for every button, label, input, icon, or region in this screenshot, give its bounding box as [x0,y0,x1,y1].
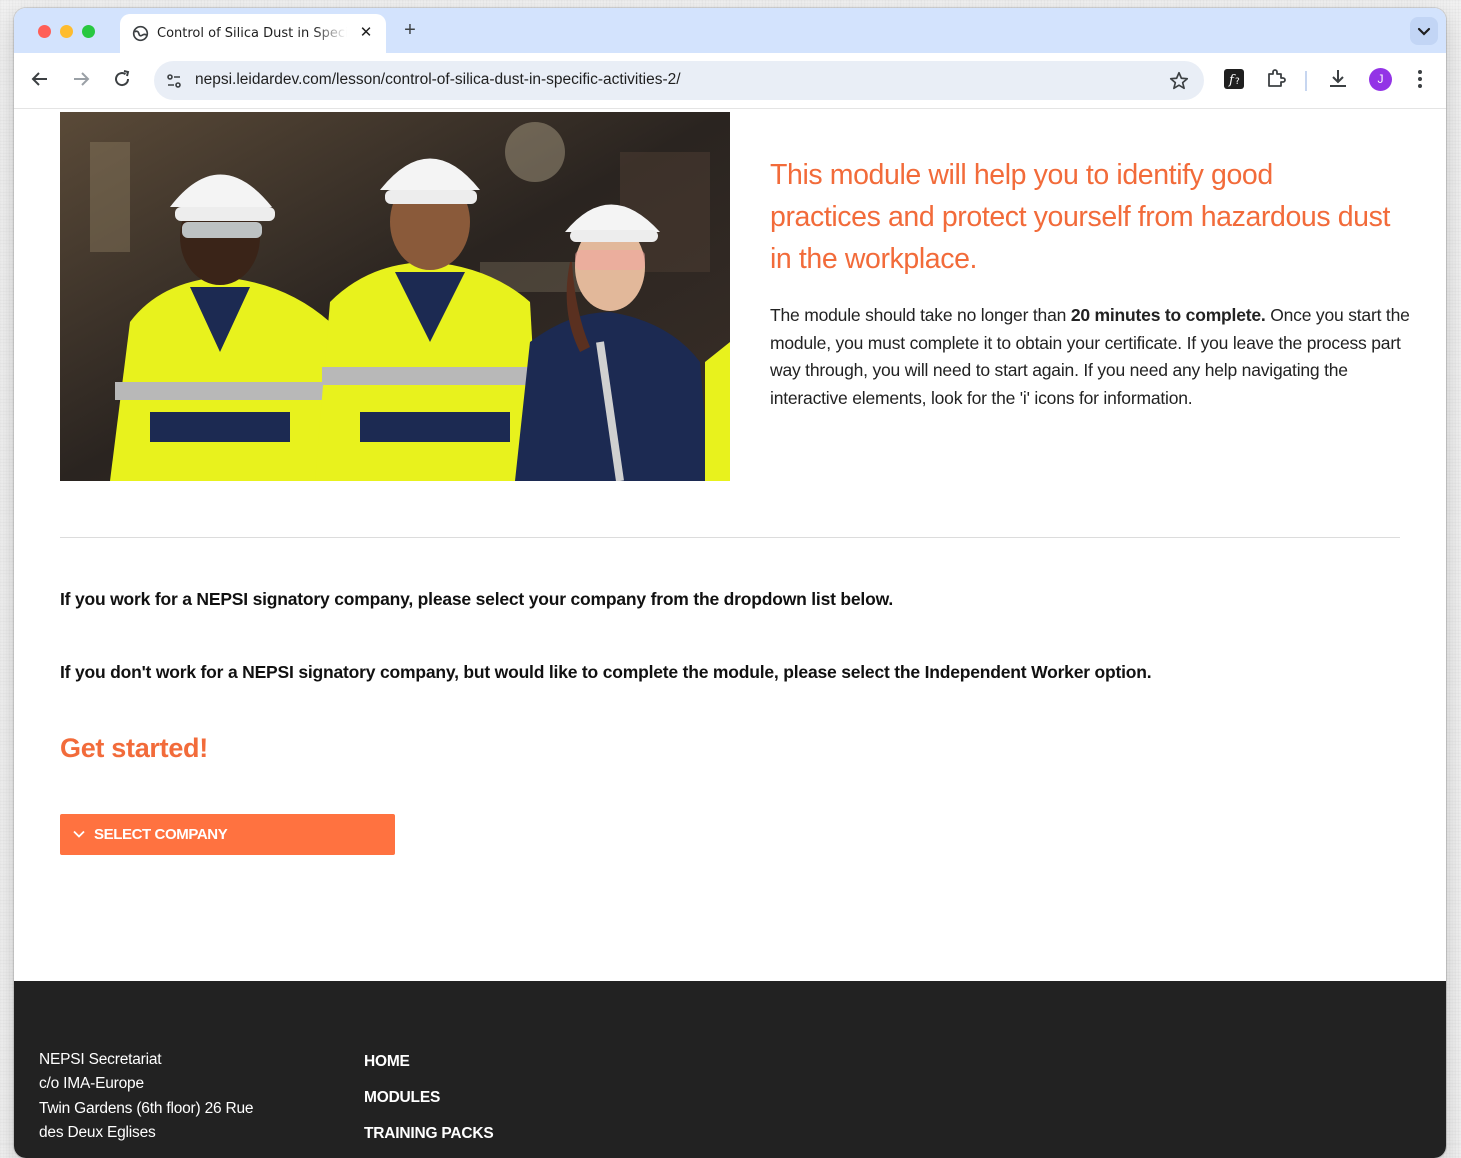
bookmark-star-icon[interactable] [1168,70,1190,92]
address-bar[interactable]: nepsi.leidardev.com/lesson/control-of-si… [154,61,1204,100]
footer-nav: HOME MODULES TRAINING PACKS [364,1053,494,1158]
address-line: c/o IMA-Europe [39,1075,144,1093]
get-started-heading: Get started! [60,733,208,763]
tab-active[interactable]: Control of Silica Dust in Specific Activ… [120,14,386,53]
extensions-puzzle-icon[interactable] [1264,67,1288,91]
footer-link-modules[interactable]: MODULES [364,1089,494,1125]
footer-link-training-packs[interactable]: TRAINING PACKS [364,1125,494,1158]
site-footer: NEPSI Secretariat c/o IMA-Europe Twin Ga… [14,981,1446,1158]
select-company-label: SELECT COMPANY [94,826,228,843]
chevron-down-icon [73,830,85,838]
tab-title: Control of Silica Dust in Specific Activ… [157,26,347,41]
chevron-down-icon [1417,27,1431,36]
close-window-button[interactable] [38,25,51,38]
section-divider [60,537,1400,538]
maximize-window-button[interactable] [82,25,95,38]
download-icon[interactable] [1326,67,1350,91]
browser-window: Control of Silica Dust in Specific Activ… [14,8,1446,1158]
intro-text-emphasis: 20 minutes to complete. [1070,305,1266,325]
intro-text-start: The module should take no longer than [770,305,1071,325]
globe-icon [132,25,149,42]
font-extension-icon[interactable]: f ? [1222,67,1246,91]
close-tab-icon[interactable]: ✕ [356,23,376,43]
module-headline: This module will help you to identify go… [770,159,1390,275]
svg-text:?: ? [1235,77,1240,87]
profile-avatar[interactable]: J [1369,68,1392,91]
toolbar-divider [1305,71,1307,91]
tab-search-button[interactable] [1410,17,1438,45]
url-text: nepsi.leidardev.com/lesson/control-of-si… [195,71,681,88]
address-line: NEPSI Secretariat [39,1051,162,1068]
new-tab-button[interactable]: + [398,18,422,42]
more-menu-icon[interactable] [1412,67,1428,91]
reload-icon[interactable] [110,67,134,91]
select-company-dropdown[interactable]: SELECT COMPANY [60,814,395,855]
forward-icon[interactable] [69,67,93,91]
minimize-window-button[interactable] [60,25,73,38]
address-line: Twin Gardens (6th floor) 26 Rue [39,1099,254,1117]
address-line: des Deux Eglises [39,1123,156,1141]
workers-photo [60,112,730,481]
footer-address: NEPSI Secretariat c/o IMA-Europe Twin Ga… [39,1048,254,1145]
footer-link-home[interactable]: HOME [364,1053,494,1089]
site-info-icon[interactable] [164,71,184,91]
browser-toolbar: nepsi.leidardev.com/lesson/control-of-si… [14,53,1446,109]
module-intro-text: The module should take no longer than 20… [770,302,1410,412]
back-icon[interactable] [28,67,52,91]
independent-worker-instructions: If you don't work for a NEPSI signatory … [60,662,1152,682]
signatory-instructions: If you work for a NEPSI signatory compan… [60,589,894,609]
tab-strip: Control of Silica Dust in Specific Activ… [14,8,1446,53]
page-content: This module will help you to identify go… [14,109,1446,1158]
